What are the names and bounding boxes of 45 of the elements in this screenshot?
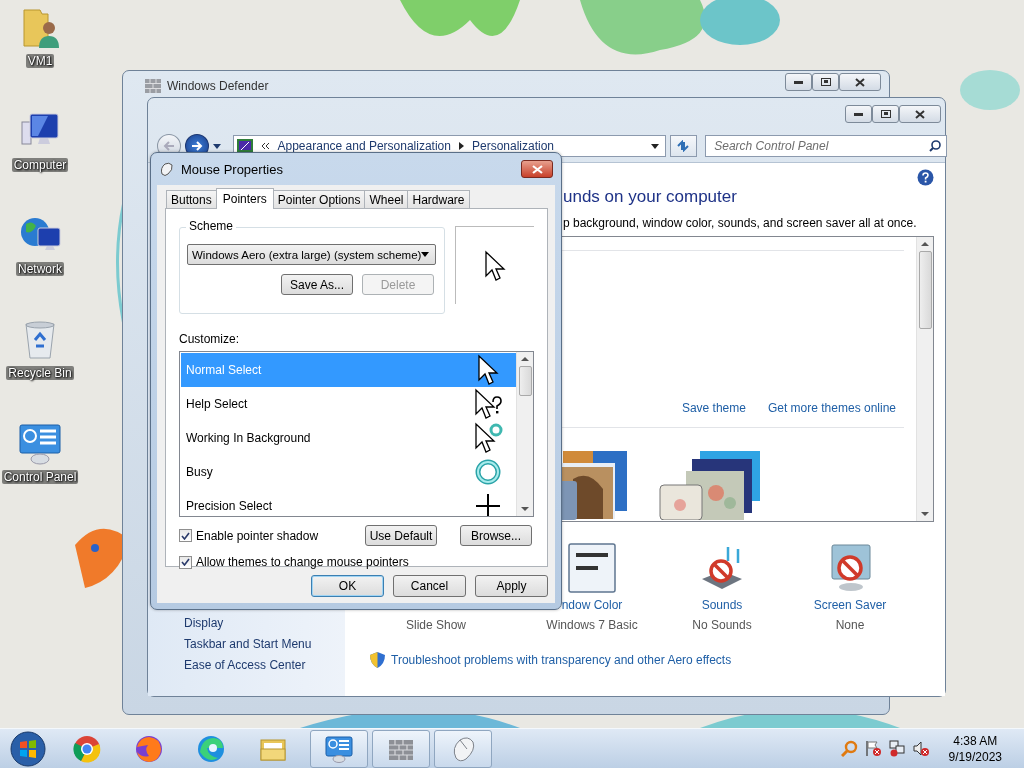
desktop-icon-label[interactable]: Recycle Bin (6, 366, 74, 380)
search-field[interactable]: Search Control Panel (705, 135, 948, 157)
dialog-button[interactable]: OK (311, 575, 384, 597)
checkbox-label[interactable]: Enable pointer shadow (196, 528, 319, 543)
theme-link[interactable]: Get more themes online (767, 401, 896, 415)
pointer-row[interactable]: Working In Background (181, 421, 516, 455)
customize-label: Customize: (179, 332, 241, 346)
dialog-button[interactable]: Cancel (393, 575, 466, 597)
setting-value: Windows 7 Basic (546, 618, 638, 632)
checkbox-label[interactable]: Allow themes to change mouse pointers (196, 555, 409, 569)
desktop-icon-label[interactable]: Network (16, 262, 64, 276)
tab[interactable]: Hardware (407, 190, 470, 208)
side-pane-link[interactable]: Display (184, 616, 345, 630)
tab[interactable]: Pointer Options (272, 190, 366, 208)
troubleshoot-link[interactable]: Troubleshoot problems with transparency and other Aero effects (391, 653, 732, 667)
list-button[interactable]: Use Default (365, 525, 437, 546)
pointer-row[interactable]: Busy (181, 455, 516, 489)
tab[interactable]: Buttons (166, 190, 217, 208)
breadcrumb[interactable]: Appearance and Personalization (277, 139, 451, 153)
list-button[interactable]: Browse... (460, 525, 532, 546)
setting-value: No Sounds (692, 618, 752, 632)
side-pane-link[interactable]: Taskbar and Start Menu (184, 637, 345, 651)
setting-link[interactable]: Sounds (701, 598, 743, 613)
setting-value: Slide Show (405, 618, 466, 632)
scheme-button[interactable]: Save As... (281, 274, 353, 295)
page-description: p background, window color, sounds, and screen saver all at once. (563, 216, 918, 230)
scheme-dropdown[interactable]: Windows Aero (extra large) (system scheme) (187, 244, 436, 265)
side-pane-link[interactable]: Ease of Access Center (184, 658, 345, 672)
page-heading: unds on your computer (563, 187, 738, 207)
pointer-row[interactable]: Precision Select (181, 489, 516, 516)
clock[interactable]: 4:38 AM 9/19/2023 (948, 733, 1002, 764)
window-title: Windows Defender (167, 79, 269, 93)
desktop-icon-label[interactable]: Computer (11, 158, 69, 172)
tab[interactable]: Wheel (364, 190, 409, 208)
theme-link[interactable]: Save theme (681, 401, 746, 415)
group-label: Scheme (186, 219, 237, 233)
desktop-icon-label[interactable]: VM1 (25, 54, 55, 68)
dialog-button[interactable]: Apply (475, 575, 548, 597)
setting-value: None (835, 618, 865, 632)
breadcrumb[interactable]: Personalization (472, 139, 555, 153)
dialog-title: Mouse Properties (181, 161, 283, 177)
tab[interactable]: Pointers (215, 188, 274, 209)
pointer-row[interactable]: Help Select (181, 387, 516, 421)
setting-link[interactable]: Screen Saver (813, 598, 887, 613)
setting-link[interactable]: ndow Color (561, 598, 623, 613)
